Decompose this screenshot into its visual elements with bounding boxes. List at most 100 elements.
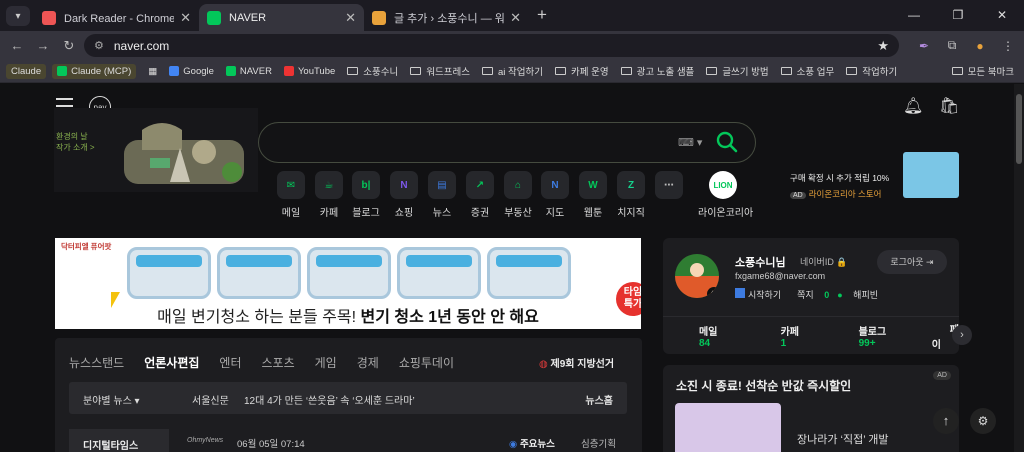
bookmark-claude[interactable]: Claude: [6, 63, 47, 79]
bookmark-star-icon[interactable]: ★: [877, 38, 889, 54]
blog-icon: b|: [352, 171, 380, 199]
happybean-link[interactable]: ● 해피빈: [837, 288, 886, 301]
logout-button[interactable]: 로그아웃 ⇥: [877, 250, 947, 274]
scroll-top-button[interactable]: ↑: [933, 408, 959, 434]
bookmark-folder[interactable]: ai 작업하기: [481, 64, 543, 78]
scrollbar[interactable]: [1014, 84, 1024, 452]
restore-button[interactable]: ❐: [936, 0, 980, 31]
bookmark-folder[interactable]: 카페 운영: [554, 64, 609, 78]
press-logo[interactable]: OhmyNews: [187, 437, 223, 444]
map-pin-icon: N: [541, 171, 569, 199]
cafe-icon: ☕: [315, 171, 343, 199]
search-input[interactable]: ⌨ ▾: [258, 122, 756, 163]
notification-bell-icon[interactable]: 🔔︎: [903, 96, 923, 116]
tab-title: NAVER: [229, 11, 267, 24]
user-name[interactable]: 소풍수니님: [735, 254, 786, 270]
address-bar[interactable]: ⚙ naver.com ★: [84, 34, 899, 57]
product-image: [217, 247, 301, 299]
naver-id-label: 네이버ID 🔒: [800, 257, 848, 267]
url-text: naver.com: [113, 38, 170, 53]
tab-search-button[interactable]: ▾: [6, 6, 30, 26]
extensions-icon[interactable]: ⧉: [938, 38, 966, 53]
product-image[interactable]: [903, 152, 959, 198]
tab-press-edit[interactable]: 언론사편집: [144, 354, 199, 371]
promo-ad[interactable]: 소진 시 종료! 선착순 반값 즉시할인 AD 장나라가 ‘직접’ 개발: [663, 365, 959, 452]
product-image: [307, 247, 391, 299]
lion-logo-icon: LION: [709, 171, 737, 199]
tab-game[interactable]: 게임: [315, 354, 337, 371]
avatar[interactable]: ⚙: [675, 254, 719, 298]
news-icon: ▤: [428, 171, 456, 199]
bookmark-claude-mcp[interactable]: Claude (MCP): [52, 63, 137, 79]
house-icon: ⌂: [504, 171, 532, 199]
tab-naver[interactable]: NAVER ✕: [199, 4, 364, 31]
bookmark-folder[interactable]: 워드프레스: [410, 64, 470, 78]
site-info-icon[interactable]: ⚙: [94, 39, 104, 52]
bookmark-youtube[interactable]: YouTube: [283, 66, 335, 77]
menu-kebab-icon[interactable]: ⋮: [994, 39, 1022, 53]
bookmark-folder[interactable]: 작업하기: [846, 64, 897, 78]
back-button[interactable]: ←: [4, 38, 30, 53]
product-image: [127, 247, 211, 299]
bookmark-google[interactable]: Google: [169, 66, 214, 77]
search-icon[interactable]: [715, 130, 739, 154]
headline-link[interactable]: 12대 4가 만든 ‘쓴웃음’ 속 ‘오세훈 드라마’: [244, 392, 415, 407]
extensions-area: ✒ ⧉ ● ⋮: [910, 31, 1022, 60]
reload-button[interactable]: ↻: [56, 38, 82, 54]
service-more[interactable]: ⋯: [644, 171, 694, 199]
doodle-image[interactable]: 환경의 날 작가 소개 >: [54, 108, 258, 192]
close-icon[interactable]: ✕: [510, 10, 521, 26]
service-lion-korea[interactable]: LION 라이온코리아: [698, 171, 753, 219]
forward-button[interactable]: →: [30, 38, 56, 53]
tab-newsstand[interactable]: 뉴스스탠드: [69, 354, 124, 371]
close-icon[interactable]: ✕: [180, 10, 191, 26]
new-tab-button[interactable]: +: [537, 5, 547, 25]
banner-ad[interactable]: 닥터피엘 퓨어팟 타임 특가 매일 변기청소 하는 분들 주목! 변기 청소 1…: [55, 238, 641, 329]
bookmark-folder[interactable]: 소풍수니: [347, 64, 398, 78]
keyboard-icon[interactable]: ⌨ ▾: [678, 136, 702, 149]
check-icon: [57, 66, 68, 76]
bookmark-naver[interactable]: NAVER: [225, 66, 272, 77]
start-icon: [735, 288, 745, 298]
category-dropdown[interactable]: 분야별 뉴스 ▾: [83, 392, 140, 407]
apps-grid-icon[interactable]: ▦: [148, 66, 157, 77]
folder-icon: [846, 67, 858, 75]
mouse-cursor-icon: [111, 292, 120, 308]
profile-avatar[interactable]: ●: [966, 39, 994, 53]
chevron-right-icon[interactable]: ›: [952, 325, 972, 345]
all-bookmarks-folder[interactable]: 모든 북마크: [951, 64, 1014, 78]
folder-icon: [410, 67, 422, 75]
chzzk-icon: Z: [617, 171, 645, 199]
gear-icon[interactable]: ⚙: [707, 287, 719, 298]
main-news-link[interactable]: ◉ 주요뉴스: [509, 436, 555, 450]
close-window-button[interactable]: ✕: [980, 0, 1024, 31]
tab-wordpress[interactable]: 글 추가 › 소풍수니 — 워드프레스 ✕: [364, 4, 529, 31]
stat-cafe[interactable]: 카페 1: [763, 323, 803, 349]
tab-dark-reader[interactable]: Dark Reader - Chrome 웹 스토어 ✕: [34, 4, 199, 31]
in-depth-link[interactable]: 심층기획: [581, 436, 616, 450]
feather-extension-icon[interactable]: ✒: [910, 39, 938, 53]
mail-icon: ✉: [277, 171, 305, 199]
stat-blog[interactable]: 블로그 99+: [841, 323, 894, 349]
shopping-cart-icon[interactable]: 🛍︎: [939, 96, 959, 116]
press-list-item[interactable]: 디지털타임스: [69, 429, 169, 452]
tab-sports[interactable]: 스포츠: [262, 354, 295, 371]
tab-title: 글 추가 › 소풍수니 — 워드프레스: [394, 12, 505, 25]
bookmark-folder[interactable]: 소풍 업무: [780, 64, 834, 78]
tab-shopping-today[interactable]: 쇼핑투데이: [399, 354, 454, 371]
settings-gear-icon[interactable]: ⚙: [970, 408, 996, 434]
tab-economy[interactable]: 경제: [357, 354, 379, 371]
minimize-button[interactable]: —: [892, 0, 936, 31]
note-link[interactable]: 쪽지 0: [797, 288, 829, 301]
stat-mail[interactable]: 메일 84: [681, 323, 725, 349]
bookmark-folder[interactable]: 광고 노출 샘플: [620, 64, 694, 78]
tab-entertainment[interactable]: 엔터: [219, 354, 241, 371]
news-home-link[interactable]: 뉴스홈: [585, 392, 613, 407]
bookmark-folder[interactable]: 글쓰기 방법: [706, 64, 769, 78]
naver-n-icon: [207, 10, 221, 25]
press-name[interactable]: 서울신문: [192, 392, 229, 407]
election-link[interactable]: ◍ 제9회 지방선거: [539, 355, 614, 370]
close-icon[interactable]: ✕: [345, 10, 356, 26]
globe-icon: ◉: [509, 439, 518, 450]
start-link[interactable]: 시작하기: [735, 288, 789, 301]
